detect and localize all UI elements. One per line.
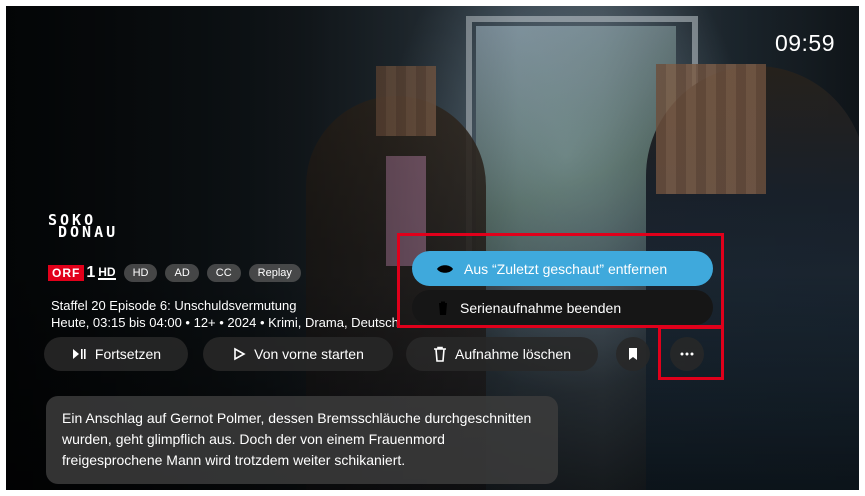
episode-meta: Heute, 03:15 bis 04:00 • 12+ • 2024 • Kr… (51, 315, 399, 330)
channel-number: 1 (86, 264, 96, 281)
badge-cc: CC (206, 264, 241, 282)
resume-label: Fortsetzen (94, 346, 162, 362)
episode-description: Ein Anschlag auf Gernot Polmer, dessen B… (46, 396, 558, 484)
resume-button[interactable]: Fortsetzen (44, 337, 188, 371)
bookmark-button[interactable] (616, 337, 650, 371)
bookmark-icon (629, 348, 637, 360)
highlight-box-more (658, 326, 724, 380)
show-logo: SOKO DONAU (48, 213, 119, 241)
restart-button[interactable]: Von vorne starten (203, 337, 393, 371)
channel-quality: HD (98, 265, 116, 280)
delete-recording-button[interactable]: Aufnahme löschen (406, 337, 598, 371)
badge-ad: AD (165, 264, 199, 282)
channel-name: ORF (48, 265, 85, 281)
restart-label: Von vorne starten (254, 346, 364, 362)
tv-screen: 09:59 SOKO DONAU ORF 1 HD HD AD CC Repla… (6, 6, 859, 490)
play-pause-icon (72, 349, 86, 359)
badge-replay: Replay (248, 264, 301, 282)
badge-hd: HD (123, 264, 158, 282)
episode-title: Staffel 20 Episode 6: Unschuldsvermutung (51, 298, 297, 313)
clock: 09:59 (774, 30, 835, 56)
play-icon (234, 347, 246, 361)
channel-logo: ORF 1 HD (48, 264, 116, 282)
highlight-box-menu (397, 233, 724, 328)
badge-row: ORF 1 HD HD AD CC Replay (48, 264, 301, 282)
delete-recording-label: Aufnahme löschen (455, 346, 571, 362)
show-logo-line2: DONAU (58, 223, 119, 241)
trash-icon (434, 346, 447, 362)
